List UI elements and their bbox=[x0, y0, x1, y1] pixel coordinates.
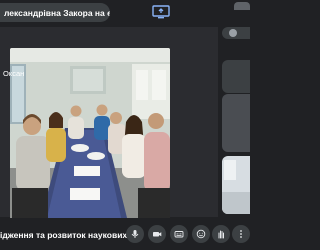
top-bar: лександрівна Закора на екрані bbox=[0, 0, 250, 26]
participant-name: Оксан bbox=[3, 69, 25, 78]
avatar bbox=[229, 29, 237, 37]
participant-tile-oksana[interactable] bbox=[222, 94, 250, 152]
captions-icon bbox=[174, 231, 184, 238]
raise-hand-icon bbox=[218, 230, 224, 239]
shared-screen-video bbox=[10, 48, 170, 222]
self-view-indicator bbox=[234, 2, 250, 10]
presenting-banner-text: лександрівна Закора на екрані bbox=[4, 7, 110, 18]
captions-button[interactable] bbox=[170, 225, 188, 243]
participant-tile[interactable] bbox=[222, 60, 250, 93]
present-screen-icon[interactable] bbox=[152, 5, 170, 19]
mic-icon bbox=[131, 230, 139, 238]
mic-button[interactable] bbox=[126, 225, 144, 243]
participant-tile-top[interactable] bbox=[222, 27, 250, 39]
emoji-icon bbox=[196, 229, 206, 239]
camera-button[interactable] bbox=[148, 225, 166, 243]
emoji-button[interactable] bbox=[192, 225, 210, 243]
more-options-icon bbox=[240, 230, 242, 238]
main-stage bbox=[0, 27, 218, 222]
raise-hand-button[interactable] bbox=[212, 225, 230, 243]
more-options-button[interactable] bbox=[232, 225, 250, 243]
participant-tile-video[interactable] bbox=[222, 156, 250, 214]
presenting-banner: лександрівна Закора на екрані bbox=[0, 3, 110, 22]
meeting-title: ідження та розвиток наукових ... bbox=[0, 230, 137, 240]
camera-icon bbox=[153, 232, 162, 237]
